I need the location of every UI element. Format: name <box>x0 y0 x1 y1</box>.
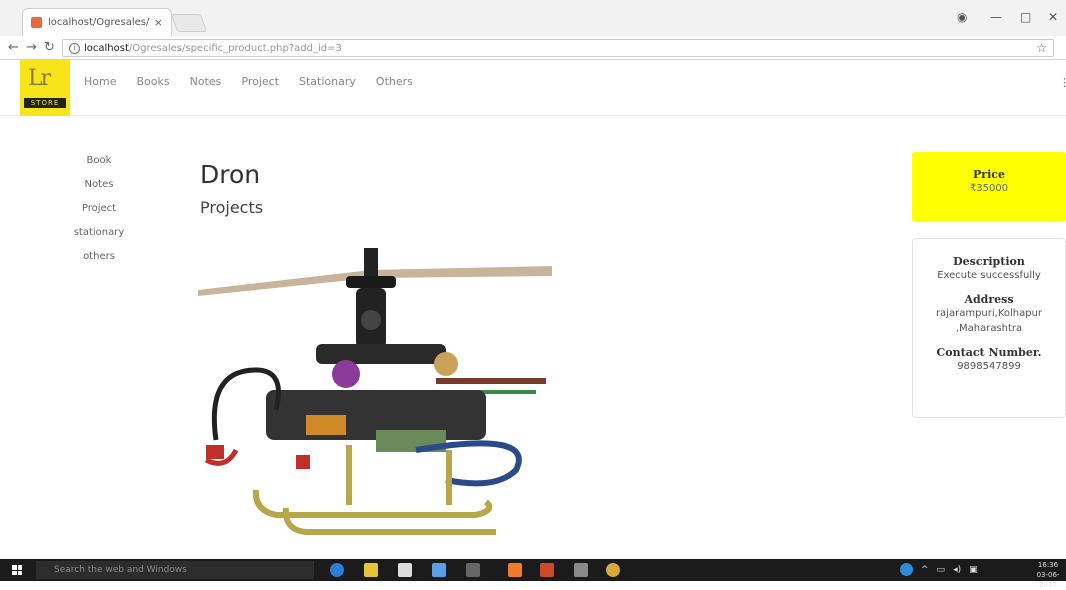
address-bar: ← → ↻ i localhost/Ogresales/specific_pro… <box>0 36 1066 89</box>
url-host: localhost <box>84 42 129 54</box>
notification-icon[interactable]: ▣ <box>969 565 978 575</box>
category-sidebar: Book Notes Project stationary others <box>62 152 136 272</box>
chevron-up-icon[interactable]: ^ <box>921 565 929 575</box>
favicon-icon <box>31 17 42 28</box>
tab-title: localhost/Ogresales/sp <box>48 17 150 28</box>
logo-mark-icon: Lr <box>28 66 51 91</box>
nav-stationary[interactable]: Stationary <box>299 75 356 88</box>
back-arrow-icon[interactable]: ← <box>8 40 19 55</box>
bookmark-star-icon[interactable]: ☆ <box>1036 41 1047 55</box>
chrome-icon[interactable] <box>606 563 620 577</box>
info-icon[interactable]: i <box>69 42 80 54</box>
description-label: Description <box>953 255 1025 268</box>
forward-arrow-icon[interactable]: → <box>26 40 37 55</box>
price-value: ₹35000 <box>969 183 1009 194</box>
new-tab-button[interactable] <box>170 14 208 32</box>
logo-store-text: STORE <box>24 98 66 108</box>
url-path: /Ogresales/specific_product.php?add_id=3 <box>128 42 342 54</box>
browser-tab-bar: localhost/Ogresales/sp × ◉ — □ ✕ <box>0 0 1066 36</box>
nav-links: Home Books Notes Project Stationary Othe… <box>84 75 433 88</box>
paint-icon[interactable] <box>574 563 588 577</box>
sidebar-item-book[interactable]: Book <box>62 152 136 176</box>
volume-icon[interactable]: ◂) <box>953 565 961 575</box>
sidebar-item-stationary[interactable]: stationary <box>62 224 136 248</box>
nav-others[interactable]: Others <box>376 75 413 88</box>
clock-time: 16:36 <box>1037 561 1059 569</box>
minimize-icon[interactable]: — <box>990 10 1002 24</box>
store-logo[interactable]: Lr STORE <box>20 60 70 116</box>
price-label: Price <box>973 168 1005 181</box>
product-info-card: Description Execute successfully Address… <box>912 238 1066 418</box>
browser-tab[interactable]: localhost/Ogresales/sp × <box>22 8 172 36</box>
nav-home[interactable]: Home <box>84 75 116 88</box>
product-title: Dron <box>200 160 261 189</box>
windows-start-icon[interactable] <box>12 565 22 575</box>
clock-date: 03-06-2017 <box>1036 571 1060 589</box>
profile-icon[interactable]: ◉ <box>957 10 967 24</box>
maximize-icon[interactable]: □ <box>1020 10 1031 24</box>
taskbar-search-input[interactable]: Search the web and Windows <box>36 561 314 579</box>
site-navbar: Lr STORE Home Books Notes Project Statio… <box>0 60 1066 116</box>
nav-notes[interactable]: Notes <box>190 75 222 88</box>
close-window-icon[interactable]: ✕ <box>1048 10 1058 24</box>
description-text: Execute successfully <box>937 270 1041 281</box>
address-line-2: ,Maharashtra <box>955 323 1023 334</box>
sidebar-item-project[interactable]: Project <box>62 200 136 224</box>
product-image <box>198 248 552 535</box>
taskbar-clock[interactable]: 16:36 03-06-2017 <box>1030 560 1066 590</box>
close-tab-icon[interactable]: × <box>154 16 163 29</box>
windows-taskbar: Search the web and Windows ^ ▭ ◂) ▣ 16:3… <box>0 559 1066 589</box>
contact-number: 9898547899 <box>957 361 1021 372</box>
nav-project[interactable]: Project <box>241 75 279 88</box>
dropbox-icon[interactable] <box>432 563 446 577</box>
store-icon[interactable] <box>398 563 412 577</box>
system-tray: ^ ▭ ◂) ▣ <box>900 563 978 576</box>
terminal-icon[interactable] <box>466 563 480 577</box>
product-category: Projects <box>200 198 264 217</box>
nav-books[interactable]: Books <box>136 75 169 88</box>
xampp-icon[interactable] <box>508 563 522 577</box>
address-line-1: rajarampuri,Kolhapur <box>935 308 1043 319</box>
file-explorer-icon[interactable] <box>364 563 378 577</box>
help-icon[interactable] <box>900 563 913 576</box>
sidebar-item-notes[interactable]: Notes <box>62 176 136 200</box>
powerpoint-icon[interactable] <box>540 563 554 577</box>
address-text: rajarampuri,Kolhapur ,Maharashtra <box>913 306 1065 336</box>
address-label: Address <box>964 293 1014 306</box>
sidebar-item-others[interactable]: others <box>62 248 136 272</box>
network-icon[interactable]: ▭ <box>937 565 946 575</box>
contact-label: Contact Number. <box>936 346 1042 359</box>
reload-icon[interactable]: ↻ <box>44 40 55 55</box>
price-card: Price ₹35000 <box>912 152 1066 222</box>
edge-icon[interactable] <box>330 563 344 577</box>
url-input[interactable]: i localhost/Ogresales/specific_product.p… <box>62 39 1054 57</box>
